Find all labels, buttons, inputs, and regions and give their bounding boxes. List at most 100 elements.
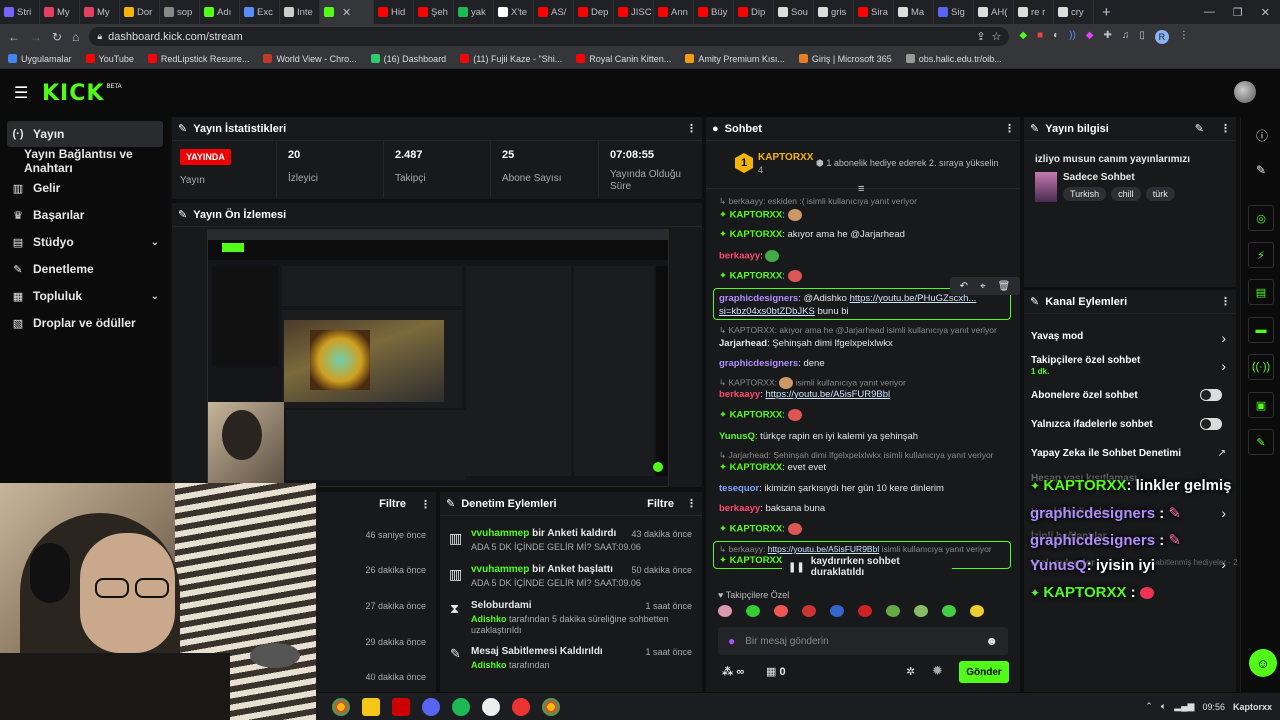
emote[interactable] xyxy=(718,605,732,617)
info-icon[interactable]: ⓘ xyxy=(1256,127,1268,144)
share-icon[interactable]: ⇪ xyxy=(976,30,985,43)
chat-message[interactable]: graphicdesigners: dene xyxy=(719,358,825,369)
browser-tab[interactable]: AH( xyxy=(974,0,1014,24)
chat-paused-banner[interactable]: ❚❚ kaydırırken sohbet duraklatıldı xyxy=(782,556,952,578)
bookmark-obs[interactable]: obs.halic.edu.tr/oib... xyxy=(905,54,1002,64)
sidebar-icon[interactable]: ▯ xyxy=(1139,30,1145,44)
hamburger-menu-icon[interactable]: ☰ xyxy=(14,83,38,103)
chat-link[interactable]: si=kbz04xs0btZDbJKS xyxy=(719,306,815,317)
chat-user[interactable]: berkaayy xyxy=(719,251,760,262)
mod-action-row[interactable]: ▥ vvuhammep bir Anket başlattı 50 dakika… xyxy=(440,560,702,596)
rail-button-2[interactable]: ⚡ xyxy=(1248,242,1274,268)
browser-tab[interactable]: Hid xyxy=(374,0,414,24)
network-icon[interactable]: ▂▄▆ xyxy=(1174,701,1194,712)
edit-icon[interactable]: ✎ xyxy=(1195,122,1204,135)
browser-tab[interactable]: Sou xyxy=(774,0,814,24)
bookmark-dashboard[interactable]: (16) Dashboard xyxy=(370,54,446,64)
extension-icon-3[interactable]: )) xyxy=(1069,30,1076,44)
chevron-down-icon[interactable]: ≡ xyxy=(858,183,864,195)
rail-button-5[interactable]: ((·)) xyxy=(1248,354,1274,380)
sidebar-item-studio[interactable]: ▤ Stüdyo ⌄ xyxy=(7,229,163,255)
chevron-right-icon[interactable]: › xyxy=(1221,330,1226,346)
extension-icon[interactable]: ■ xyxy=(1037,30,1043,44)
chat-user[interactable]: berkaayy xyxy=(719,389,760,400)
chat-user[interactable]: KAPTORXX xyxy=(730,229,783,240)
browser-tab[interactable]: ✕ xyxy=(320,0,374,24)
mod-detail-user[interactable]: Adishko xyxy=(471,614,507,624)
delete-icon[interactable]: 🗑︎ xyxy=(998,281,1011,292)
browser-tab[interactable]: gris xyxy=(814,0,854,24)
bookmark-star-icon[interactable]: ☆ xyxy=(991,30,1001,43)
app-taskbar-icon[interactable] xyxy=(392,697,410,716)
tab-close-icon[interactable]: ✕ xyxy=(342,6,351,19)
browser-tab[interactable]: Ann xyxy=(654,0,694,24)
chat-user[interactable]: KAPTORXX xyxy=(730,462,783,473)
chat-user[interactable]: KAPTORXX xyxy=(730,271,783,282)
forward-icon[interactable]: → xyxy=(30,30,42,44)
chat-user[interactable]: KAPTORXX xyxy=(730,210,783,221)
clock[interactable]: 09:56 xyxy=(1202,702,1225,712)
emote[interactable] xyxy=(942,605,956,617)
close-window-icon[interactable]: ✕ xyxy=(1261,6,1270,19)
profile-avatar[interactable]: R xyxy=(1154,29,1169,44)
kick-logo[interactable]: KICK xyxy=(42,81,104,106)
rail-button-1[interactable]: ◎ xyxy=(1248,205,1274,231)
obs-taskbar-icon[interactable] xyxy=(482,697,500,716)
slow-mode-item[interactable]: Yavaş mod xyxy=(1031,331,1083,342)
tag[interactable]: Turkish xyxy=(1063,187,1107,201)
chat-message[interactable]: ✦ KAPTORXX: xyxy=(719,270,802,282)
rail-button-6[interactable]: ▣ xyxy=(1248,392,1274,418)
chat-message[interactable]: berkaayy: xyxy=(719,250,780,262)
edit-icon[interactable]: ✎ xyxy=(1256,163,1266,177)
sidebar-item-stream[interactable]: (·) Yayın xyxy=(7,121,163,147)
stream-preview-video[interactable] xyxy=(207,229,669,487)
chat-message[interactable]: ✦ KAPTORXX: xyxy=(719,409,802,421)
user-avatar[interactable] xyxy=(1234,81,1256,103)
more-options-icon[interactable]: ⋮ xyxy=(1220,122,1231,135)
emote[interactable] xyxy=(886,605,900,617)
mod-action-row[interactable]: ⧗ Seloburdami 1 saat önce Adishko tarafı… xyxy=(440,596,702,640)
subs-only-item[interactable]: Abonelere özel sohbet xyxy=(1031,390,1138,401)
discord-taskbar-icon[interactable] xyxy=(422,697,440,716)
chat-input[interactable]: ● Bir mesaj gönderin ☻ xyxy=(718,627,1008,655)
chat-user[interactable]: KAPTORXX xyxy=(730,524,783,535)
spotify-taskbar-icon[interactable] xyxy=(452,697,470,716)
media-icon[interactable]: ♫ xyxy=(1122,30,1130,44)
chat-message[interactable]: ✦ KAPTORXX: evet evet xyxy=(719,462,826,473)
browser-tab[interactable]: AS/ xyxy=(534,0,574,24)
chat-message[interactable]: graphicdesigners: @Adishko https://youtu… xyxy=(719,292,976,318)
gift-counter[interactable]: ▦ 0 xyxy=(766,665,786,678)
chat-user[interactable]: YunusQ xyxy=(719,431,755,442)
browser-tab[interactable]: Dep xyxy=(574,0,614,24)
reply-icon[interactable]: ↶ xyxy=(960,281,968,292)
subs-only-toggle[interactable] xyxy=(1200,389,1222,401)
emotes-only-toggle[interactable] xyxy=(1200,418,1222,430)
bookmark-apps[interactable]: Uygulamalar xyxy=(8,54,72,64)
bookmark-microsoft[interactable]: Giriş | Microsoft 365 xyxy=(798,54,892,64)
browser-tab[interactable]: X'te xyxy=(494,0,534,24)
emoji-icon[interactable]: ☻ xyxy=(985,634,998,648)
more-options-icon[interactable]: ⋮ xyxy=(1220,295,1231,308)
chat-message[interactable]: tesequor: ikimizin şarkısıydı her gün 10… xyxy=(719,483,944,494)
sidebar-item-moderation[interactable]: ✎ Denetleme xyxy=(7,256,163,282)
menu-dots-icon[interactable]: ⋮ xyxy=(1179,30,1189,44)
chevron-right-icon[interactable]: › xyxy=(1221,358,1226,374)
chat-message[interactable]: YunusQ: türkçe rapin en iyi kalemi ya şe… xyxy=(719,431,918,442)
chrome2-taskbar-icon[interactable] xyxy=(542,697,560,716)
external-link-icon[interactable]: ↗ xyxy=(1218,448,1226,459)
chat-user[interactable]: KAPTORXX xyxy=(730,410,783,421)
chat-link[interactable]: https://youtu.be/A5isFUR9Bbl xyxy=(768,544,880,554)
bookmark-amity[interactable]: Amity Premium Kısı... xyxy=(685,54,785,64)
chat-message[interactable]: ✦ KAPTORXX: xyxy=(719,209,802,221)
chat-message[interactable]: berkaayy: https://youtu.be/A5isFUR9Bbl xyxy=(719,389,890,400)
browser-tab[interactable]: sop xyxy=(160,0,200,24)
emote[interactable] xyxy=(970,605,984,617)
rail-button-4[interactable]: ▬ xyxy=(1248,317,1274,343)
sidebar-item-revenue[interactable]: ▥ Gelir xyxy=(7,175,163,201)
infinity-counter[interactable]: ⁂ ∞ xyxy=(722,665,744,678)
browser-tab[interactable]: Inte xyxy=(280,0,320,24)
chat-user[interactable]: Jarjarhead xyxy=(719,338,767,349)
sidebar-item-community[interactable]: ▦ Topluluk ⌄ xyxy=(7,283,163,309)
browser-tab[interactable]: Ma xyxy=(894,0,934,24)
chat-link[interactable]: https://youtu.be/A5isFUR9Bbl xyxy=(765,389,890,400)
